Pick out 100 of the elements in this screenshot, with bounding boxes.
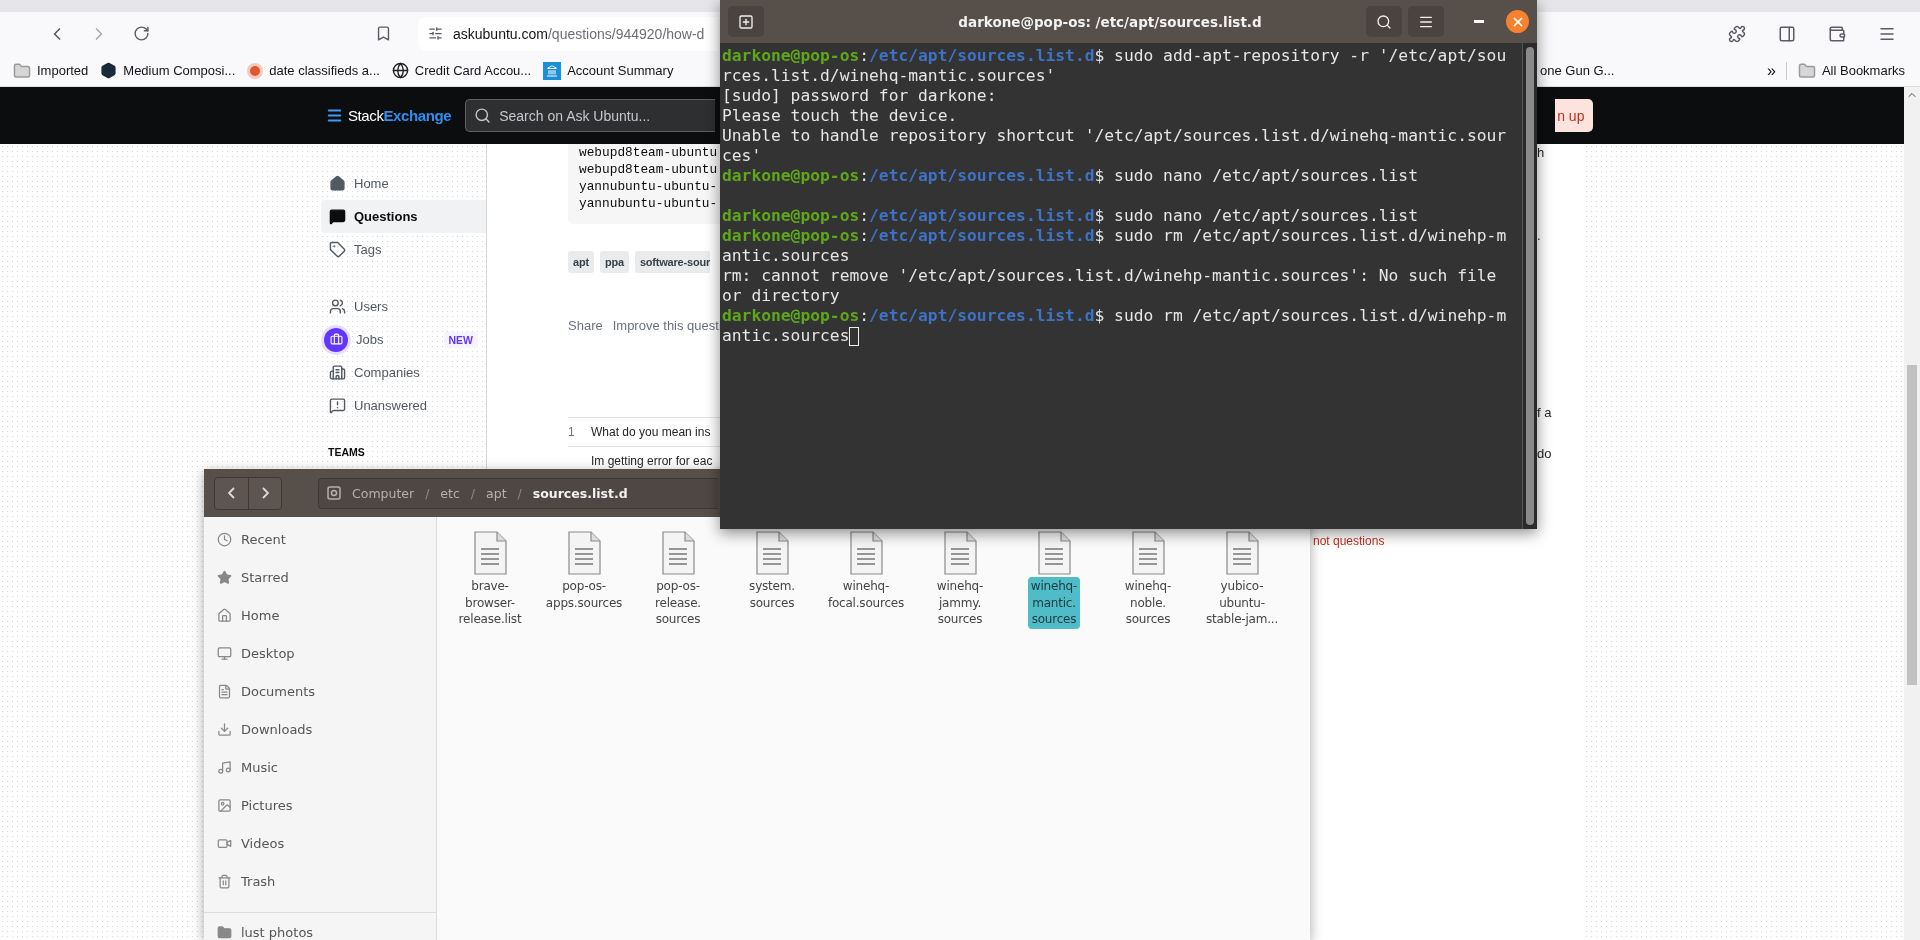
- terminal-line: Please touch the device.: [722, 106, 958, 126]
- folder-icon: [13, 61, 31, 80]
- nav-item[interactable]: Unanswered: [321, 389, 486, 422]
- duck-icon: [247, 62, 264, 79]
- file-name[interactable]: brave- browser- release.list: [455, 577, 525, 629]
- panel-icon: [1778, 24, 1796, 43]
- terminal-line: darkone@pop-os:/etc/apt/sources.list.d$ sudo rm /etc/apt/sources.list.d/winehp-m: [722, 306, 1507, 326]
- sidebar-item[interactable]: Downloads: [204, 710, 436, 748]
- sidebar-item[interactable]: Recent: [204, 520, 436, 558]
- users-icon: [329, 298, 346, 315]
- bookmark-item[interactable]: Account Summary: [542, 57, 675, 84]
- site-logo[interactable]: StackExchange: [326, 107, 452, 124]
- reload-icon: [132, 25, 150, 42]
- folder-icon: [217, 924, 232, 940]
- bookmark-item[interactable]: Credit Card Accou...: [390, 58, 533, 83]
- file-name[interactable]: pop-os- apps.sources: [542, 577, 626, 612]
- text-file-icon: [1131, 531, 1165, 575]
- minimize-icon: [1474, 20, 1484, 23]
- trash-icon: [217, 873, 232, 889]
- sidebar-item[interactable]: Documents: [204, 672, 436, 710]
- file-name[interactable]: winehq- jammy. sources: [933, 577, 987, 629]
- sidebar-item[interactable]: Music: [204, 748, 436, 786]
- tag-link[interactable]: apt: [568, 251, 594, 273]
- nav-item[interactable]: Questions: [321, 200, 486, 233]
- new-tab-button[interactable]: [728, 6, 764, 37]
- document-icon: [217, 683, 232, 699]
- tag-link[interactable]: ppa: [599, 251, 629, 273]
- file-name[interactable]: pop-os- release. sources: [652, 577, 704, 629]
- folder-icon: [1797, 61, 1816, 80]
- home-icon: [329, 175, 346, 192]
- terminal-line: Unable to handle repository shortcut '/etc/apt/sources.list.d/winehq-mantic.sour: [722, 126, 1507, 146]
- text-fragment: .: [1537, 228, 1541, 244]
- bank-icon: [543, 61, 562, 80]
- text-file-icon: [661, 531, 695, 575]
- star-icon: [217, 569, 232, 585]
- tag-link[interactable]: software-sour: [634, 251, 710, 273]
- page-scrollbar[interactable]: [1904, 87, 1920, 940]
- scrollbar-thumb[interactable]: [1907, 365, 1917, 685]
- all-bookmarks-item[interactable]: All Bookmarks: [1796, 57, 1906, 84]
- sign-up-button[interactable]: n up: [1555, 99, 1594, 132]
- speech-bubble-icon: [329, 208, 346, 225]
- terminal-line: darkone@pop-os:/etc/apt/sources.list.d$ sudo nano /etc/apt/sources.list: [722, 166, 1418, 186]
- bookmark-item[interactable]: Medium Composi...: [99, 58, 237, 83]
- sidebar-item[interactable]: Desktop: [204, 634, 436, 672]
- search-field[interactable]: Search on Ask Ubuntu...: [465, 99, 716, 132]
- tag-icon: [329, 241, 346, 258]
- briefcase-icon: [324, 327, 348, 352]
- terminal-line: antic.sources: [722, 326, 850, 346]
- overflow-button[interactable]: »: [1767, 61, 1776, 80]
- back-icon: [228, 487, 235, 499]
- text-link[interactable]: not questions: [1313, 534, 1385, 548]
- sidebar-item[interactable]: Trash: [204, 862, 436, 900]
- text-file-icon: [943, 531, 977, 575]
- text-fragment: h: [1537, 145, 1545, 161]
- file-name[interactable]: system. sources: [746, 577, 798, 612]
- file-name[interactable]: winehq- noble. sources: [1121, 577, 1175, 629]
- nav-item[interactable]: Home: [321, 167, 486, 200]
- text-fragment: f a: [1537, 405, 1552, 421]
- bookmark-item[interactable]: date classifieds a...: [246, 58, 381, 83]
- terminal-line: rces.list.d/winehq-mantic.sources': [722, 66, 1056, 86]
- text-file-icon: [567, 531, 601, 575]
- window-title: darkone@pop-os: /etc/apt/sources.list.d: [957, 13, 1263, 30]
- text-file-icon: [755, 531, 789, 575]
- new-badge: NEW: [443, 331, 478, 348]
- comment-text: Im getting error for eac: [591, 453, 713, 469]
- address-field[interactable]: askubuntu.com/questions/944920/how-d: [418, 16, 718, 51]
- search-button[interactable]: [1366, 6, 1402, 37]
- terminal-line: rm: cannot remove '/etc/apt/sources.list.d/winehp-mantic.sources': No such file: [722, 266, 1497, 286]
- close-button[interactable]: [1506, 10, 1529, 33]
- hexagon-icon: [100, 62, 118, 79]
- text-fragment: do: [1537, 446, 1552, 462]
- nav-item[interactable]: Tags: [321, 233, 486, 266]
- nav-item[interactable]: Companies: [321, 356, 486, 389]
- path-bar[interactable]: Computer / etc / apt / sources.list.d: [318, 477, 718, 509]
- file-name[interactable]: winehq- mantic. sources: [1027, 577, 1081, 629]
- terminal-line: antic.sources: [722, 246, 850, 266]
- bookmark-item[interactable]: Imported: [12, 57, 90, 84]
- forward-icon: [261, 487, 269, 499]
- code-block: webupd8team-ubuntu webupd8team-ubuntu yannubuntu-ubuntu- yannubuntu-ubuntu-: [568, 144, 720, 224]
- file-name[interactable]: yubico- ubuntu- stable-jam...: [1202, 577, 1282, 629]
- nav-item[interactable]: Jobs NEW: [321, 323, 486, 356]
- text-file-icon: [1037, 531, 1071, 575]
- bookmark-item[interactable]: one Gun G...: [1540, 63, 1615, 78]
- download-icon: [217, 721, 232, 737]
- menu-button[interactable]: [1408, 6, 1444, 37]
- file-name[interactable]: winehq- focal.sources: [824, 577, 908, 612]
- sidebar-item[interactable]: Starred: [204, 558, 436, 596]
- sliders-icon: [428, 26, 443, 41]
- terminal-scrollbar[interactable]: [1522, 43, 1537, 529]
- nav-item[interactable]: Users: [321, 290, 486, 323]
- monitor-icon: [217, 645, 232, 661]
- sidebar-item[interactable]: lust photos: [204, 913, 436, 940]
- text-file-icon: [849, 531, 883, 575]
- terminal-line: ces': [722, 146, 762, 166]
- post-action-link[interactable]: Share: [568, 318, 603, 334]
- sidebar-item[interactable]: Videos: [204, 824, 436, 862]
- comment-text: What do you mean ins: [591, 424, 711, 440]
- sidebar-item[interactable]: Pictures: [204, 786, 436, 824]
- text-file-icon: [473, 531, 507, 575]
- sidebar-item[interactable]: Home: [204, 596, 436, 634]
